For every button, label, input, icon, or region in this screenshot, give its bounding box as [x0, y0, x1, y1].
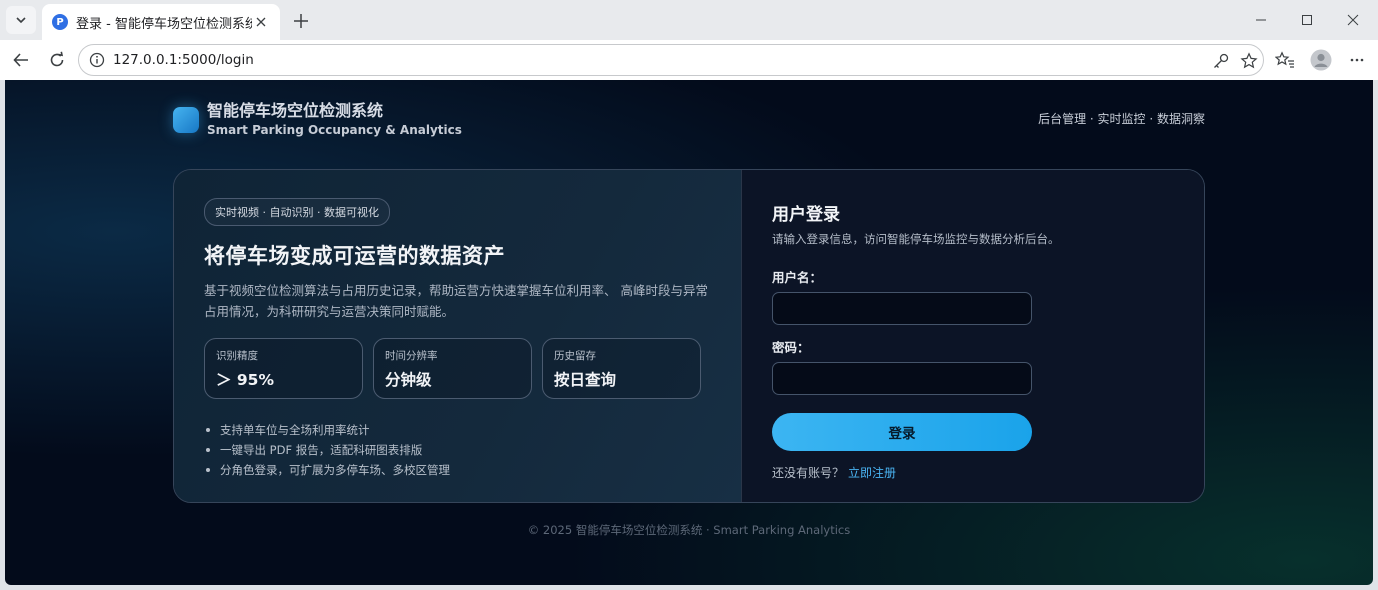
more-horizontal-icon: [1350, 58, 1364, 62]
close-icon: [256, 17, 266, 27]
stat-label: 识别精度: [216, 350, 258, 362]
back-button[interactable]: [6, 46, 36, 74]
login-card: 实时视频 · 自动识别 · 数据可视化 将停车场变成可运营的数据资产 基于视频空…: [173, 169, 1205, 503]
tab-list-button[interactable]: [6, 6, 36, 34]
new-tab-button[interactable]: [288, 8, 314, 34]
stat-card: 识别精度 ＞ 95%: [204, 338, 363, 399]
stat-value: 按日查询: [554, 371, 617, 389]
register-link[interactable]: 立即注册: [848, 466, 896, 480]
page-viewport: 智能停车场空位检测系统 Smart Parking Occupancy & An…: [5, 80, 1373, 585]
star-icon: [1240, 52, 1258, 69]
register-prompt: 还没有账号？: [772, 466, 845, 480]
page-footer: © 2025 智能停车场空位检测系统 · Smart Parking Analy…: [527, 523, 851, 537]
register-row: 还没有账号？ 立即注册: [772, 464, 1174, 481]
stat-label: 时间分辨率: [385, 350, 438, 362]
favorites-icon: [1275, 51, 1294, 68]
profile-button[interactable]: [1306, 46, 1336, 74]
browser-tab-active[interactable]: P 登录 - 智能停车场空位检测系统: [42, 4, 280, 40]
minimize-icon: [1256, 19, 1266, 21]
login-button[interactable]: 登录: [772, 413, 1032, 451]
brand-title: 智能停车场空位检测系统: [207, 101, 384, 120]
password-label: 密码：: [772, 340, 810, 355]
address-bar[interactable]: 127.0.0.1:5000/login: [78, 44, 1264, 76]
minimize-button[interactable]: [1238, 6, 1284, 34]
hero-headline: 将停车场变成可运营的数据资产: [204, 244, 505, 268]
browser-tab-bar: P 登录 - 智能停车场空位检测系统: [0, 0, 1378, 40]
maximize-icon: [1302, 15, 1312, 25]
arrow-left-icon: [13, 53, 28, 67]
reload-icon: [50, 51, 64, 67]
feature-list: 支持单车位与全场利用率统计 一键导出 PDF 报告，适配科研图表排版 分角色登录…: [204, 420, 711, 480]
favorites-button[interactable]: [1270, 46, 1300, 74]
browser-toolbar: 127.0.0.1:5000/login: [0, 40, 1378, 80]
brand-subtitle: Smart Parking Occupancy & Analytics: [207, 123, 462, 137]
url-text[interactable]: 127.0.0.1:5000/login: [113, 52, 254, 68]
avatar-icon: [1310, 49, 1332, 71]
maximize-button[interactable]: [1284, 6, 1330, 34]
tab-close-button[interactable]: [252, 13, 270, 31]
tab-title: 登录 - 智能停车场空位检测系统: [76, 16, 252, 32]
info-icon[interactable]: [89, 52, 105, 68]
close-window-button[interactable]: [1330, 6, 1376, 34]
username-input[interactable]: [772, 292, 1032, 325]
username-label: 用户名：: [772, 270, 823, 285]
key-icon: [1214, 53, 1229, 68]
login-title: 用户登录: [772, 205, 840, 225]
close-icon: [1347, 14, 1359, 26]
feature-item: 分角色登录，可扩展为多停车场、多校区管理: [204, 460, 711, 480]
login-subtitle: 请输入登录信息，访问智能停车场监控与数据分析后台。: [772, 232, 1060, 246]
stat-value: ＞ 95%: [216, 371, 274, 389]
brand[interactable]: 智能停车场空位检测系统 Smart Parking Occupancy & An…: [173, 102, 462, 138]
feature-item: 支持单车位与全场利用率统计: [204, 420, 711, 440]
stat-card: 时间分辨率 分钟级: [373, 338, 532, 399]
chevron-down-icon: [16, 17, 26, 24]
hero-panel: 实时视频 · 自动识别 · 数据可视化 将停车场变成可运营的数据资产 基于视频空…: [174, 170, 741, 502]
stats-row: 识别精度 ＞ 95% 时间分辨率 分钟级 历史留存 按日查询: [204, 338, 711, 399]
stat-label: 历史留存: [554, 350, 596, 362]
feature-item: 一键导出 PDF 报告，适配科研图表排版: [204, 440, 711, 460]
login-panel: 用户登录 请输入登录信息，访问智能停车场监控与数据分析后台。 用户名： 密码： …: [741, 170, 1204, 502]
plus-icon: [294, 14, 308, 28]
favicon-icon: P: [52, 14, 68, 30]
brand-logo-icon: [173, 107, 199, 133]
top-nav-text: 后台管理 · 实时监控 · 数据洞察: [1038, 112, 1205, 126]
feature-badge: 实时视频 · 自动识别 · 数据可视化: [204, 198, 390, 226]
more-menu-button[interactable]: [1342, 46, 1372, 74]
stat-value: 分钟级: [385, 371, 432, 389]
reload-button[interactable]: [42, 46, 72, 74]
password-key-button[interactable]: [1211, 51, 1231, 71]
stat-card: 历史留存 按日查询: [542, 338, 701, 399]
bookmark-star-button[interactable]: [1239, 51, 1259, 71]
hero-description: 基于视频空位检测算法与占用历史记录，帮助运营方快速掌握车位利用率、 高峰时段与异…: [204, 283, 708, 319]
password-input[interactable]: [772, 362, 1032, 395]
